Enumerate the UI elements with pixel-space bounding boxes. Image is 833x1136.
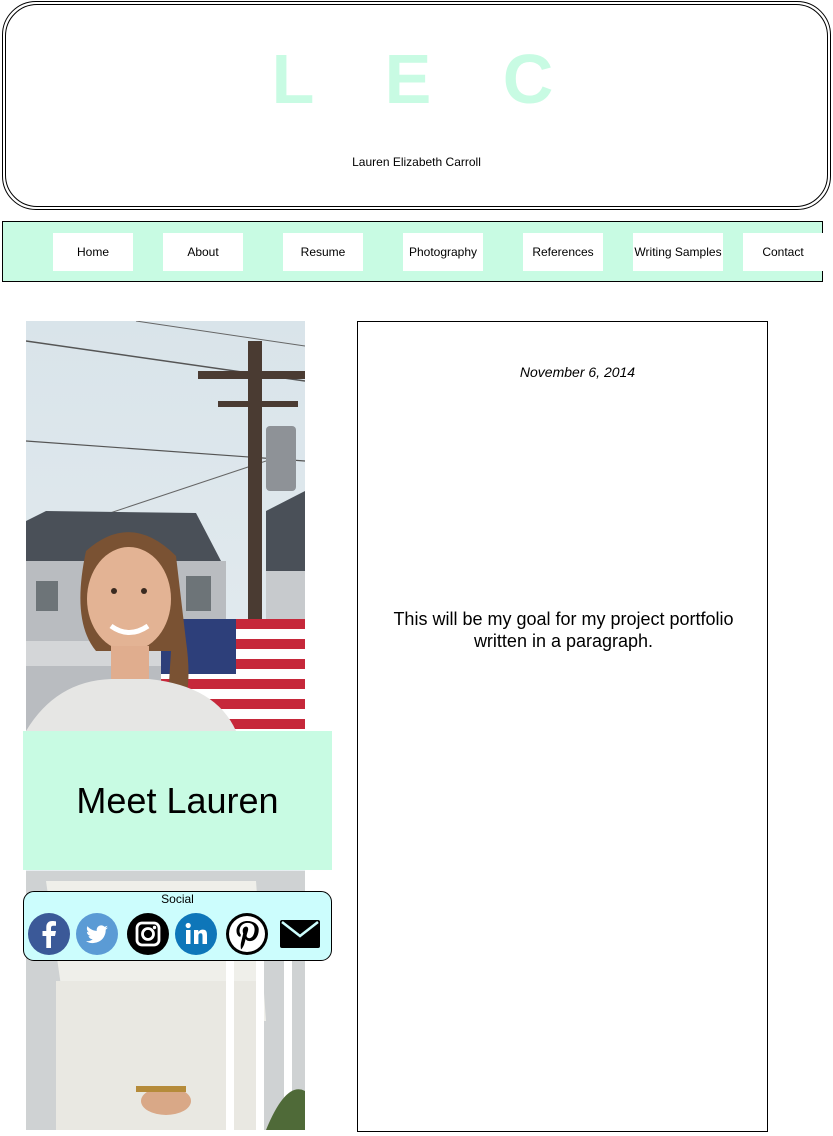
nav-home[interactable]: Home (53, 233, 133, 271)
nav-about[interactable]: About (163, 233, 243, 271)
linkedin-icon[interactable] (174, 912, 218, 956)
pinterest-icon[interactable] (225, 912, 269, 956)
main-nav: Home About Resume Photography References… (2, 221, 823, 282)
nav-writing-samples[interactable]: Writing Samples (633, 233, 723, 271)
social-label: Social (161, 892, 194, 906)
nav-resume[interactable]: Resume (283, 233, 363, 271)
nav-photography[interactable]: Photography (403, 233, 483, 271)
nav-references[interactable]: References (523, 233, 603, 271)
site-header: L E C Lauren Elizabeth Carroll (2, 1, 831, 210)
site-logo: L E C (271, 40, 580, 118)
post-date: November 6, 2014 (519, 364, 636, 380)
twitter-icon[interactable] (75, 912, 119, 956)
content-panel: November 6, 2014 This will be my goal fo… (357, 321, 768, 1132)
meet-lauren-banner: Meet Lauren (23, 731, 332, 870)
social-panel: Social (23, 891, 332, 961)
instagram-icon[interactable] (126, 912, 170, 956)
site-subtitle: Lauren Elizabeth Carroll (352, 155, 481, 169)
profile-photo (26, 321, 305, 1130)
nav-contact[interactable]: Contact (743, 233, 823, 271)
facebook-icon[interactable] (27, 912, 71, 956)
portfolio-goal-paragraph: This will be my goal for my project port… (393, 609, 734, 651)
email-icon[interactable] (277, 912, 321, 956)
